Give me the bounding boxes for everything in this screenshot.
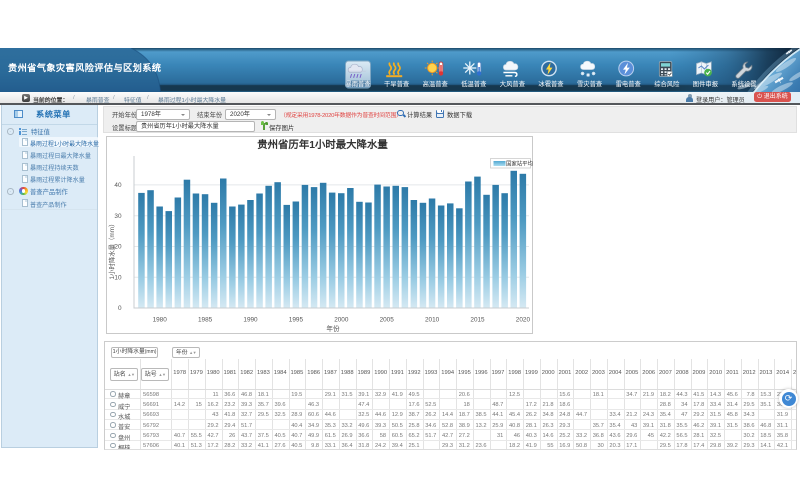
svg-text:40: 40 <box>114 182 122 189</box>
svg-text:国家站平均: 国家站平均 <box>506 160 533 168</box>
svg-text:贵州省气象灾害风险评估与区划系统: 贵州省气象灾害风险评估与区划系统 <box>8 62 161 73</box>
svg-text:2000: 2000 <box>334 316 349 323</box>
svg-text:大风普查: 大风普查 <box>500 79 526 88</box>
svg-text:图件审报: 图件审报 <box>693 79 719 88</box>
svg-text:2010: 2010 <box>425 316 440 323</box>
svg-text:贵州省历年1小时最大降水量: 贵州省历年1小时最大降水量 <box>257 138 388 151</box>
svg-text:雪灾普查: 雪灾普查 <box>577 79 603 88</box>
svg-text:30: 30 <box>114 213 122 220</box>
svg-text:0: 0 <box>118 305 122 312</box>
svg-text:暴雨普查: 暴雨普查 <box>345 79 371 88</box>
svg-text:1995: 1995 <box>289 316 304 323</box>
svg-text:高温普查: 高温普查 <box>423 79 449 88</box>
svg-text:低温普查: 低温普查 <box>461 79 487 88</box>
svg-text:雷电普查: 雷电普查 <box>616 79 642 88</box>
svg-text:干旱普查: 干旱普查 <box>384 79 410 88</box>
svg-text:1985: 1985 <box>198 316 213 323</box>
svg-text:2005: 2005 <box>380 316 395 323</box>
svg-text:1小时降水量（mm）: 1小时降水量（mm） <box>107 221 116 280</box>
svg-text:1980: 1980 <box>153 316 168 323</box>
svg-text:2020: 2020 <box>516 316 531 323</box>
svg-text:系统设置: 系统设置 <box>731 79 756 88</box>
svg-text:1990: 1990 <box>243 316 258 323</box>
svg-text:综合风险: 综合风险 <box>654 79 680 88</box>
svg-text:2015: 2015 <box>470 316 485 323</box>
svg-text:年份: 年份 <box>326 324 340 333</box>
svg-text:冰雹普查: 冰雹普查 <box>538 79 564 88</box>
